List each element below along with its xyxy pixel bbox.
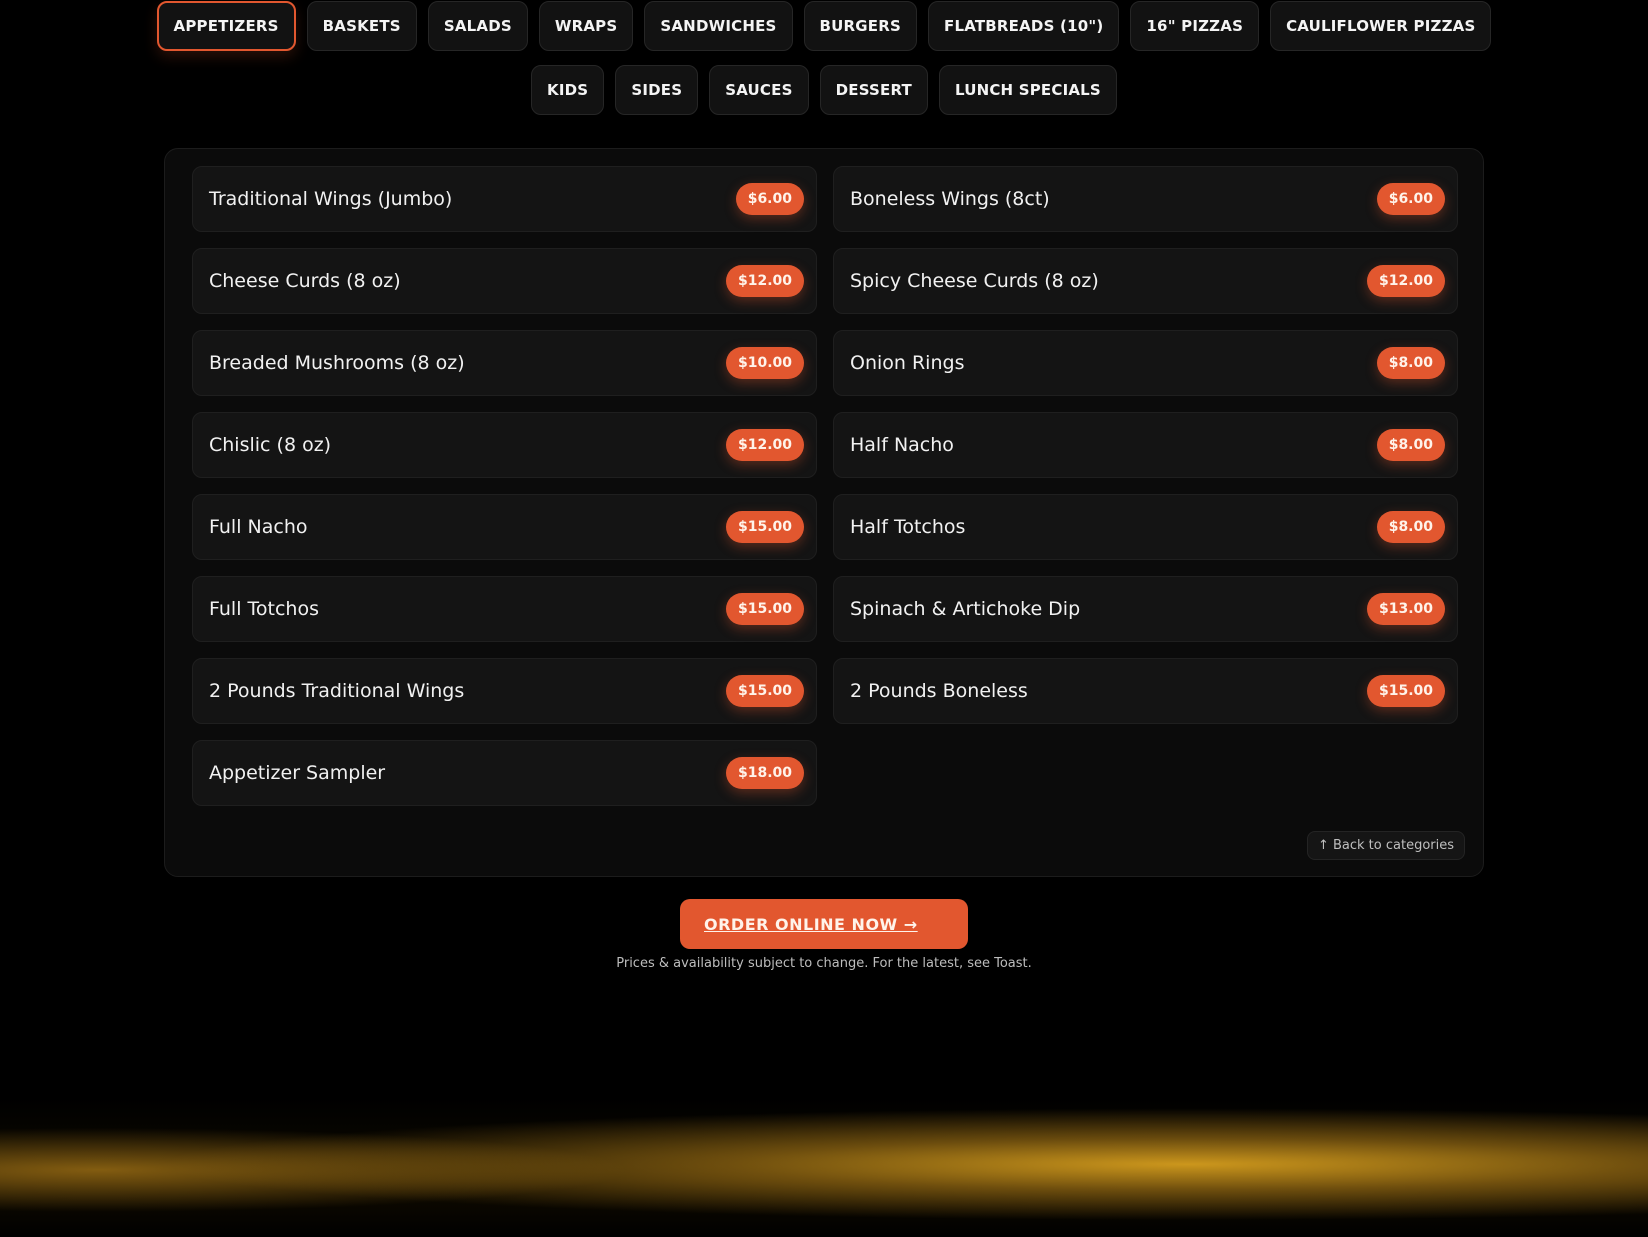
category-tabs-row-1: APPETIZERS BASKETS SALADS WRAPS SANDWICHES BU…: [0, 1, 1648, 51]
tab-burgers[interactable]: BURGERS: [803, 1, 918, 51]
menu-item-name: Cheese Curds (8 oz): [209, 270, 401, 292]
menu-item[interactable]: Traditional Wings (Jumbo) $6.00: [192, 166, 817, 232]
menu-item[interactable]: Breaded Mushrooms (8 oz) $10.00: [192, 330, 817, 396]
menu-item[interactable]: 2 Pounds Boneless $15.00: [833, 658, 1458, 724]
price-badge: $12.00: [1366, 265, 1445, 297]
tab-sides[interactable]: SIDES: [615, 65, 699, 115]
price-badge: $8.00: [1376, 347, 1445, 379]
menu-item-name: Spinach & Artichoke Dip: [850, 598, 1081, 620]
price-badge: $15.00: [725, 675, 804, 707]
menu-item[interactable]: Full Nacho $15.00: [192, 494, 817, 560]
menu-item-name: Onion Rings: [850, 352, 965, 374]
menu-item-name: Boneless Wings (8ct): [850, 188, 1050, 210]
menu-item-name: Full Totchos: [209, 598, 319, 620]
menu-item[interactable]: Chislic (8 oz) $12.00: [192, 412, 817, 478]
tab-sandwiches[interactable]: SANDWICHES: [644, 1, 793, 51]
decorative-glow: [0, 1097, 1648, 1237]
price-badge: $15.00: [1366, 675, 1445, 707]
menu-item-name: Traditional Wings (Jumbo): [209, 188, 453, 210]
menu-item[interactable]: Spicy Cheese Curds (8 oz) $12.00: [833, 248, 1458, 314]
tab-dessert[interactable]: DESSERT: [819, 65, 928, 115]
menu-item[interactable]: Onion Rings $8.00: [833, 330, 1458, 396]
price-badge: $8.00: [1376, 511, 1445, 543]
tab-baskets[interactable]: BASKETS: [306, 1, 417, 51]
menu-item[interactable]: Spinach & Artichoke Dip $13.00: [833, 576, 1458, 642]
tab-lunch-specials[interactable]: LUNCH SPECIALS: [938, 65, 1117, 115]
tab-appetizers[interactable]: APPETIZERS: [156, 1, 296, 51]
back-to-categories-link[interactable]: ↑ Back to categories: [1306, 831, 1465, 860]
price-badge: $18.00: [725, 757, 804, 789]
tab-flatbreads-10[interactable]: FLATBREADS (10"): [928, 1, 1120, 51]
menu-items-grid: Traditional Wings (Jumbo) $6.00 Boneless W…: [192, 166, 1458, 806]
menu-item-name: Appetizer Sampler: [209, 762, 386, 784]
menu-page: APPETIZERS BASKETS SALADS WRAPS SANDWICHES BU…: [0, 0, 1648, 1237]
menu-item-name: Chislic (8 oz): [209, 434, 332, 456]
price-badge: $6.00: [735, 183, 804, 215]
tab-salads[interactable]: SALADS: [427, 1, 528, 51]
order-online-button[interactable]: ORDER ONLINE NOW →: [680, 899, 968, 949]
tab-wraps[interactable]: WRAPS: [538, 1, 634, 51]
price-badge: $15.00: [725, 511, 804, 543]
category-tabs-row-2: KIDS SIDES SAUCES DESSERT LUNCH SPECIALS: [0, 65, 1648, 115]
menu-item[interactable]: Full Totchos $15.00: [192, 576, 817, 642]
price-badge: $12.00: [725, 429, 804, 461]
price-badge: $13.00: [1366, 593, 1445, 625]
menu-item-name: 2 Pounds Boneless: [850, 680, 1028, 702]
menu-item[interactable]: Half Totchos $8.00: [833, 494, 1458, 560]
menu-item-name: Half Nacho: [850, 434, 954, 456]
menu-item[interactable]: 2 Pounds Traditional Wings $15.00: [192, 658, 817, 724]
menu-panel: Traditional Wings (Jumbo) $6.00 Boneless W…: [164, 148, 1484, 877]
price-badge: $10.00: [725, 347, 804, 379]
price-badge: $6.00: [1376, 183, 1445, 215]
tab-16-pizzas[interactable]: 16" PIZZAS: [1130, 1, 1260, 51]
tab-sauces[interactable]: SAUCES: [709, 65, 809, 115]
menu-item-name: Breaded Mushrooms (8 oz): [209, 352, 465, 374]
price-disclaimer: Prices & availability subject to change.…: [616, 956, 1032, 971]
tab-kids[interactable]: KIDS: [531, 65, 605, 115]
menu-item[interactable]: Appetizer Sampler $18.00: [192, 740, 817, 806]
tab-cauliflower-pizzas[interactable]: CAULIFLOWER PIZZAS: [1270, 1, 1492, 51]
menu-item-name: Full Nacho: [209, 516, 308, 538]
menu-item-name: 2 Pounds Traditional Wings: [209, 680, 465, 702]
menu-item[interactable]: Half Nacho $8.00: [833, 412, 1458, 478]
price-badge: $15.00: [725, 593, 804, 625]
price-badge: $12.00: [725, 265, 804, 297]
menu-item[interactable]: Boneless Wings (8ct) $6.00: [833, 166, 1458, 232]
menu-item-name: Spicy Cheese Curds (8 oz): [850, 270, 1099, 292]
menu-item[interactable]: Cheese Curds (8 oz) $12.00: [192, 248, 817, 314]
menu-item-name: Half Totchos: [850, 516, 966, 538]
price-badge: $8.00: [1376, 429, 1445, 461]
